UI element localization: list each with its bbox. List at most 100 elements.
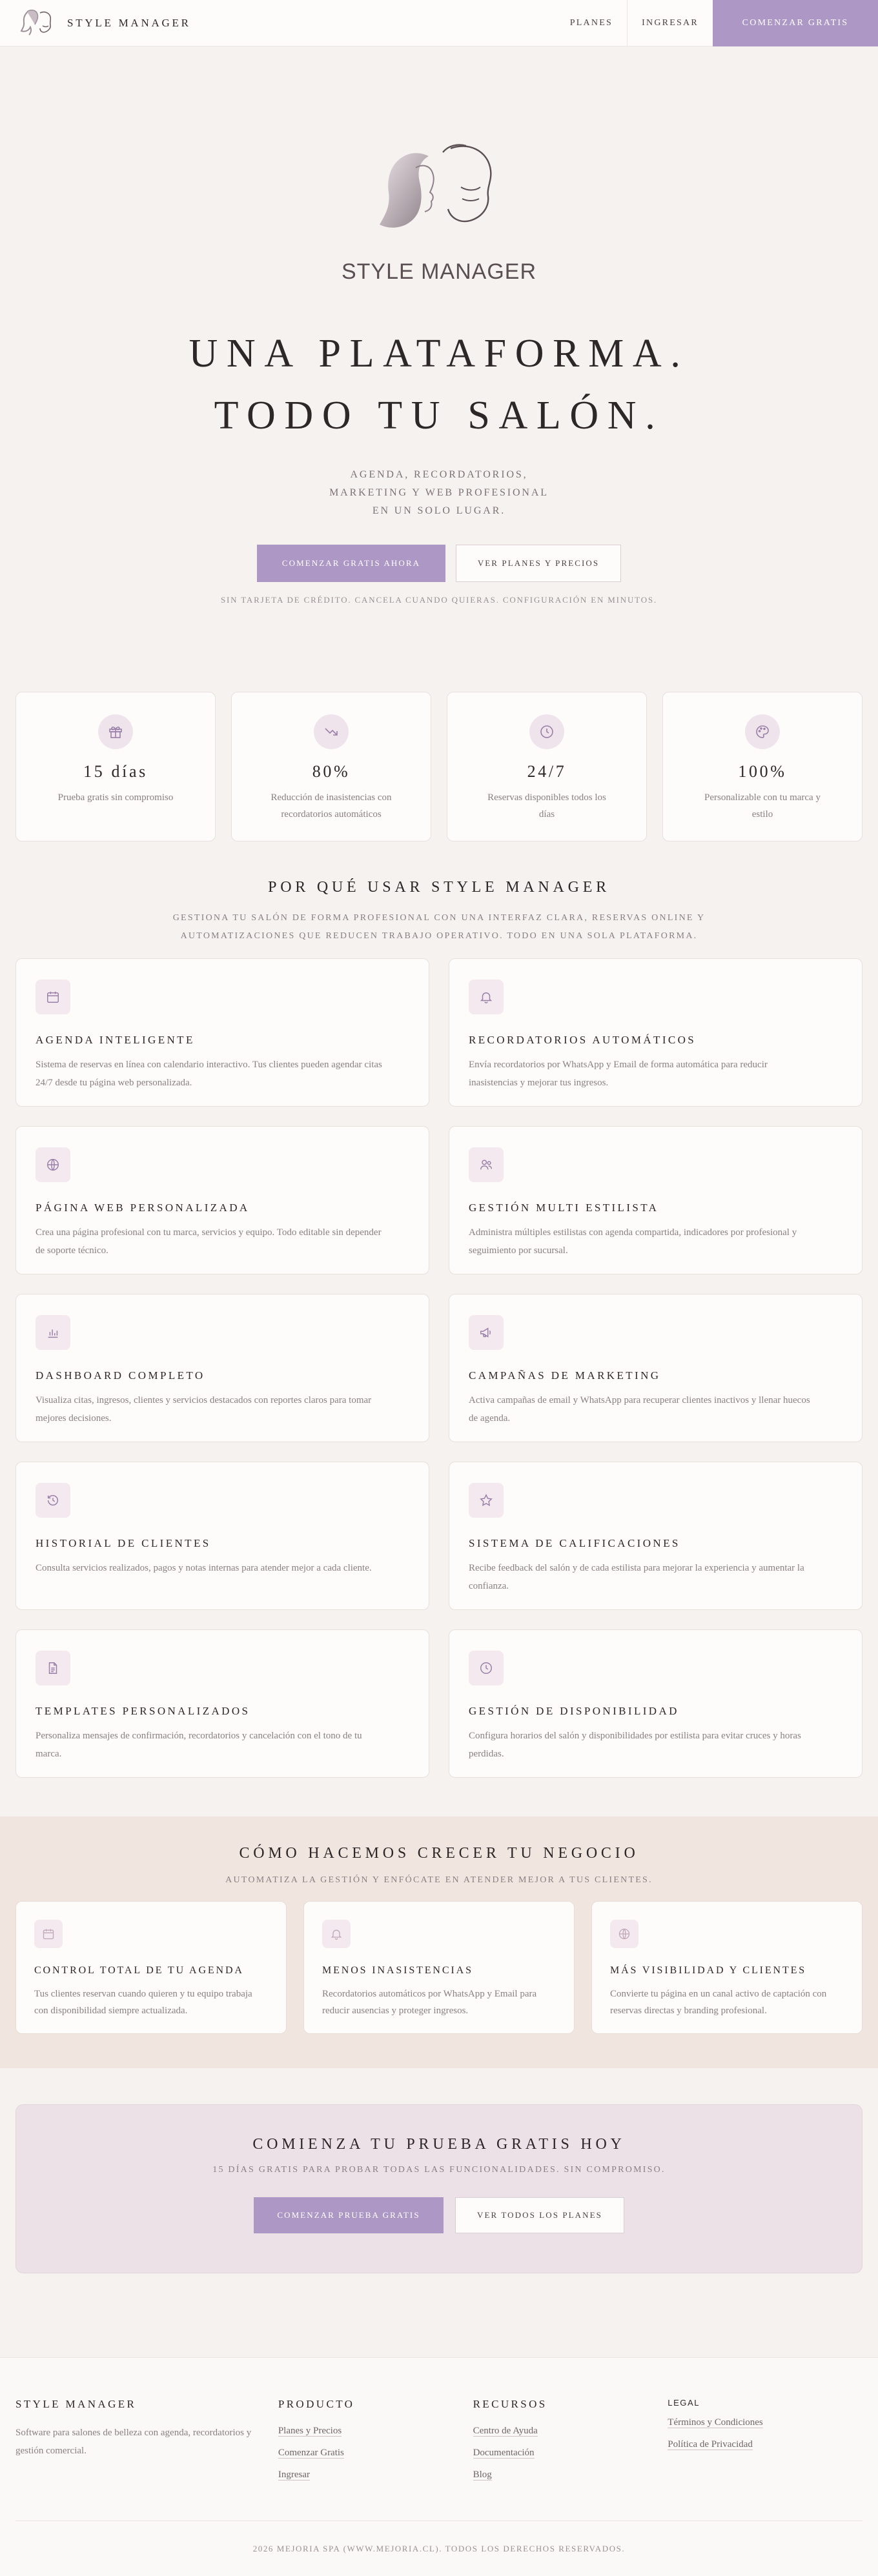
grow-card: MÁS VISIBILIDAD Y CLIENTES Convierte tu … (591, 1901, 863, 2034)
hero-title-line1: UNA PLATAFORMA. (189, 332, 689, 376)
footer-producto-title: PRODUCTO (278, 2398, 355, 2410)
grow-card: MENOS INASISTENCIAS Recordatorios automá… (303, 1901, 575, 2034)
feature-desc: Consulta servicios realizados, pagos y n… (36, 1563, 372, 1573)
bell-icon (469, 980, 504, 1014)
nav-link-planes[interactable]: PLANES (556, 0, 627, 46)
grow-card-desc: Convierte tu página en un canal activo d… (610, 1989, 827, 2016)
hero-title-line2: TODO TU SALÓN. (214, 394, 664, 438)
hero-subtitle: AGENDA, RECORDATORIOS, MARKETING Y WEB P… (0, 466, 878, 520)
feature-desc: Crea una página profesional con tu marca… (36, 1227, 382, 1256)
stat-label: Personalizable con tu marca y estilo (704, 792, 821, 820)
footer-legal-column: LEGAL Términos y Condiciones Política de… (668, 2398, 863, 2488)
trending-down-icon (314, 714, 349, 749)
clock-icon (469, 1651, 504, 1685)
feature-card: GESTIÓN MULTI ESTILISTA Administra múlti… (449, 1126, 863, 1274)
stat-value: 15 días (83, 762, 148, 781)
feature-card: CAMPAÑAS DE MARKETING Activa campañas de… (449, 1294, 863, 1442)
stat-card: 15 días Prueba gratis sin compromiso (15, 692, 216, 841)
hero-logo: STYLE MANAGER (329, 129, 549, 290)
megaphone-icon (469, 1315, 504, 1350)
nav-link-ingresar[interactable]: INGRESAR (627, 0, 713, 46)
footer-brand: STYLE MANAGER (15, 2398, 137, 2410)
copyright: 2026 MEJORIA SPA (WWW.MEJORIA.CL). TODOS… (15, 2521, 863, 2576)
stat-label: Reducción de inasistencias con recordato… (271, 792, 392, 820)
feature-desc: Activa campañas de email y WhatsApp para… (469, 1395, 810, 1424)
calendar-icon (36, 980, 70, 1014)
document-icon (36, 1651, 70, 1685)
gift-icon (98, 714, 133, 749)
start-free-button[interactable]: COMENZAR GRATIS AHORA (257, 545, 445, 582)
footer-link-terminos[interactable]: Términos y Condiciones (668, 2417, 763, 2428)
stat-card: 80% Reducción de inasistencias con recor… (231, 692, 431, 841)
why-desc-line2: AUTOMATIZACIONES QUE REDUCEN TRABAJO OPE… (180, 931, 698, 941)
feature-title: AGENDA INTELIGENTE (36, 1034, 195, 1046)
palette-icon (745, 714, 780, 749)
trial-description: 15 DÍAS GRATIS PARA PROBAR TODAS LAS FUN… (212, 2165, 666, 2175)
view-all-plans-button[interactable]: VER TODOS LOS PLANES (455, 2197, 624, 2233)
grow-card-title: CONTROL TOTAL DE TU AGENDA (34, 1965, 244, 1976)
footer-legal-title: LEGAL (668, 2398, 700, 2408)
stat-label: Reservas disponibles todos los días (487, 792, 606, 820)
trial-buttons: COMENZAR PRUEBA GRATIS VER TODOS LOS PLA… (16, 2197, 862, 2233)
footer-link-comenzar[interactable]: Comenzar Gratis (278, 2448, 344, 2459)
users-icon (469, 1147, 504, 1182)
star-icon (469, 1483, 504, 1518)
footer-producto-column: PRODUCTO Planes y Precios Comenzar Grati… (278, 2398, 473, 2488)
footer-link-privacidad[interactable]: Política de Privacidad (668, 2439, 753, 2450)
features-grid: AGENDA INTELIGENTE Sistema de reservas e… (0, 945, 878, 1778)
grow-section: CÓMO HACEMOS CRECER TU NEGOCIO AUTOMATIZ… (0, 1816, 878, 2068)
grow-description: AUTOMATIZA LA GESTIÓN Y ENFÓCATE EN ATEN… (225, 1875, 653, 1885)
logo-icon[interactable] (18, 6, 56, 40)
footer-link-ayuda[interactable]: Centro de Ayuda (473, 2426, 538, 2437)
feature-title: SISTEMA DE CALIFICACIONES (469, 1537, 680, 1549)
why-description: GESTIONA TU SALÓN DE FORMA PROFESIONAL C… (0, 909, 878, 945)
hero-sub-line3: EN UN SOLO LUGAR. (372, 505, 506, 516)
globe-icon (610, 1920, 638, 1948)
bell-icon (322, 1920, 351, 1948)
footer-link-ingresar[interactable]: Ingresar (278, 2470, 310, 2480)
feature-desc: Envía recordatorios por WhatsApp y Email… (469, 1060, 768, 1088)
grow-card-desc: Tus clientes reservan cuando quieren y t… (34, 1989, 252, 2016)
feature-title: GESTIÓN DE DISPONIBILIDAD (469, 1705, 679, 1717)
stat-value: 80% (312, 762, 351, 781)
why-desc-line1: GESTIONA TU SALÓN DE FORMA PROFESIONAL C… (172, 913, 706, 923)
footer-link-planes[interactable]: Planes y Precios (278, 2426, 342, 2437)
stat-value: 24/7 (527, 762, 567, 781)
hero-note: SIN TARJETA DE CRÉDITO. CANCELA CUANDO Q… (220, 595, 658, 605)
brand-name[interactable]: STYLE MANAGER (67, 17, 191, 30)
footer-link-blog[interactable]: Blog (473, 2470, 492, 2480)
feature-card: SISTEMA DE CALIFICACIONES Recibe feedbac… (449, 1462, 863, 1610)
feature-card: DASHBOARD COMPLETO Visualiza citas, ingr… (15, 1294, 429, 1442)
hero-logo-text: STYLE MANAGER (342, 259, 536, 284)
why-title: POR QUÉ USAR STYLE MANAGER (268, 879, 610, 896)
feature-title: PÁGINA WEB PERSONALIZADA (36, 1202, 250, 1214)
start-trial-button[interactable]: COMENZAR PRUEBA GRATIS (254, 2197, 444, 2233)
feature-card: GESTIÓN DE DISPONIBILIDAD Configura hora… (449, 1629, 863, 1778)
feature-card: PÁGINA WEB PERSONALIZADA Crea una página… (15, 1126, 429, 1274)
grow-card-desc: Recordatorios automáticos por WhatsApp y… (322, 1989, 537, 2016)
hero-title: UNA PLATAFORMA. TODO TU SALÓN. (0, 323, 878, 447)
nav-cta-button[interactable]: COMENZAR GRATIS (713, 0, 878, 46)
stat-label: Prueba gratis sin compromiso (57, 792, 174, 803)
grow-card-title: MENOS INASISTENCIAS (322, 1965, 473, 1976)
feature-desc: Administra múltiples estilistas con agen… (469, 1227, 797, 1256)
hero-buttons: COMENZAR GRATIS AHORA VER PLANES Y PRECI… (0, 545, 878, 582)
feature-desc: Sistema de reservas en línea con calenda… (36, 1060, 382, 1088)
history-icon (36, 1483, 70, 1518)
grow-card: CONTROL TOTAL DE TU AGENDA Tus clientes … (15, 1901, 287, 2034)
trial-cta-section: COMIENZA TU PRUEBA GRATIS HOY 15 DÍAS GR… (15, 2104, 863, 2273)
feature-title: TEMPLATES PERSONALIZADOS (36, 1705, 250, 1717)
feature-title: GESTIÓN MULTI ESTILISTA (469, 1202, 659, 1214)
why-section: POR QUÉ USAR STYLE MANAGER GESTIONA TU S… (0, 841, 878, 1778)
feature-card: RECORDATORIOS AUTOMÁTICOS Envía recordat… (449, 958, 863, 1107)
hero-section: STYLE MANAGER UNA PLATAFORMA. TODO TU SA… (0, 46, 878, 692)
footer-link-documentacion[interactable]: Documentación (473, 2448, 535, 2459)
feature-card: AGENDA INTELIGENTE Sistema de reservas e… (15, 958, 429, 1107)
stat-value: 100% (738, 762, 787, 781)
bar-chart-icon (36, 1315, 70, 1350)
footer: STYLE MANAGER Software para salones de b… (0, 2357, 878, 2576)
feature-title: CAMPAÑAS DE MARKETING (469, 1369, 661, 1382)
view-plans-button[interactable]: VER PLANES Y PRECIOS (456, 545, 621, 582)
footer-recursos-column: RECURSOS Centro de Ayuda Documentación B… (473, 2398, 668, 2488)
grow-cards: CONTROL TOTAL DE TU AGENDA Tus clientes … (0, 1886, 878, 2034)
